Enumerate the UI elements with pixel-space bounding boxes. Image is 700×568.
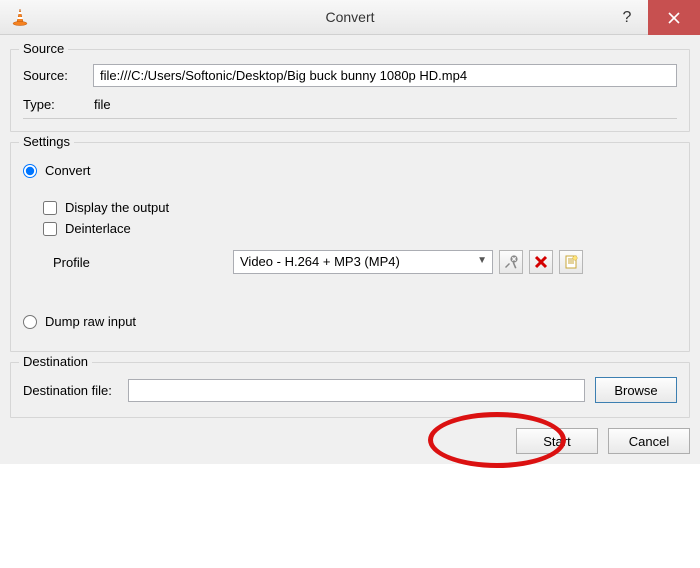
edit-profile-button[interactable] xyxy=(499,250,523,274)
source-label: Source: xyxy=(23,68,93,83)
display-output-checkbox-input[interactable] xyxy=(43,201,57,215)
deinterlace-label: Deinterlace xyxy=(65,221,131,236)
start-button[interactable]: Start xyxy=(516,428,598,454)
destination-group: Destination Destination file: Browse xyxy=(10,362,690,418)
source-group: Source Source: Type: file xyxy=(10,49,690,132)
delete-profile-button[interactable] xyxy=(529,250,553,274)
deinterlace-checkbox[interactable]: Deinterlace xyxy=(43,221,677,236)
window-title: Convert xyxy=(0,9,700,25)
display-output-label: Display the output xyxy=(65,200,169,215)
close-icon xyxy=(668,12,680,24)
type-value: file xyxy=(93,97,111,112)
destination-file-label: Destination file: xyxy=(23,383,128,398)
dump-raw-radio[interactable]: Dump raw input xyxy=(23,314,677,329)
type-label: Type: xyxy=(23,97,93,112)
help-button[interactable]: ? xyxy=(606,0,648,35)
cancel-button[interactable]: Cancel xyxy=(608,428,690,454)
dialog-footer: Start Cancel xyxy=(10,428,690,454)
settings-legend: Settings xyxy=(19,134,74,149)
close-button[interactable] xyxy=(648,0,700,35)
new-profile-icon xyxy=(563,254,579,270)
profile-label: Profile xyxy=(53,255,233,270)
browse-button[interactable]: Browse xyxy=(595,377,677,403)
source-legend: Source xyxy=(19,41,68,56)
profile-value: Video - H.264 + MP3 (MP4) xyxy=(233,250,493,274)
dump-raw-label: Dump raw input xyxy=(45,314,136,329)
convert-radio-label: Convert xyxy=(45,163,91,178)
dump-raw-radio-input[interactable] xyxy=(23,315,37,329)
display-output-checkbox[interactable]: Display the output xyxy=(43,200,677,215)
new-profile-button[interactable] xyxy=(559,250,583,274)
titlebar: Convert ? xyxy=(0,0,700,35)
convert-radio-input[interactable] xyxy=(23,164,37,178)
source-input[interactable] xyxy=(93,64,677,87)
settings-group: Settings Convert Display the output Dein… xyxy=(10,142,690,352)
delete-icon xyxy=(534,255,548,269)
deinterlace-checkbox-input[interactable] xyxy=(43,222,57,236)
destination-file-input[interactable] xyxy=(128,379,585,402)
destination-legend: Destination xyxy=(19,354,92,369)
profile-select[interactable]: Video - H.264 + MP3 (MP4) ▼ xyxy=(233,250,493,274)
tools-icon xyxy=(503,254,519,270)
convert-radio[interactable]: Convert xyxy=(23,163,677,178)
